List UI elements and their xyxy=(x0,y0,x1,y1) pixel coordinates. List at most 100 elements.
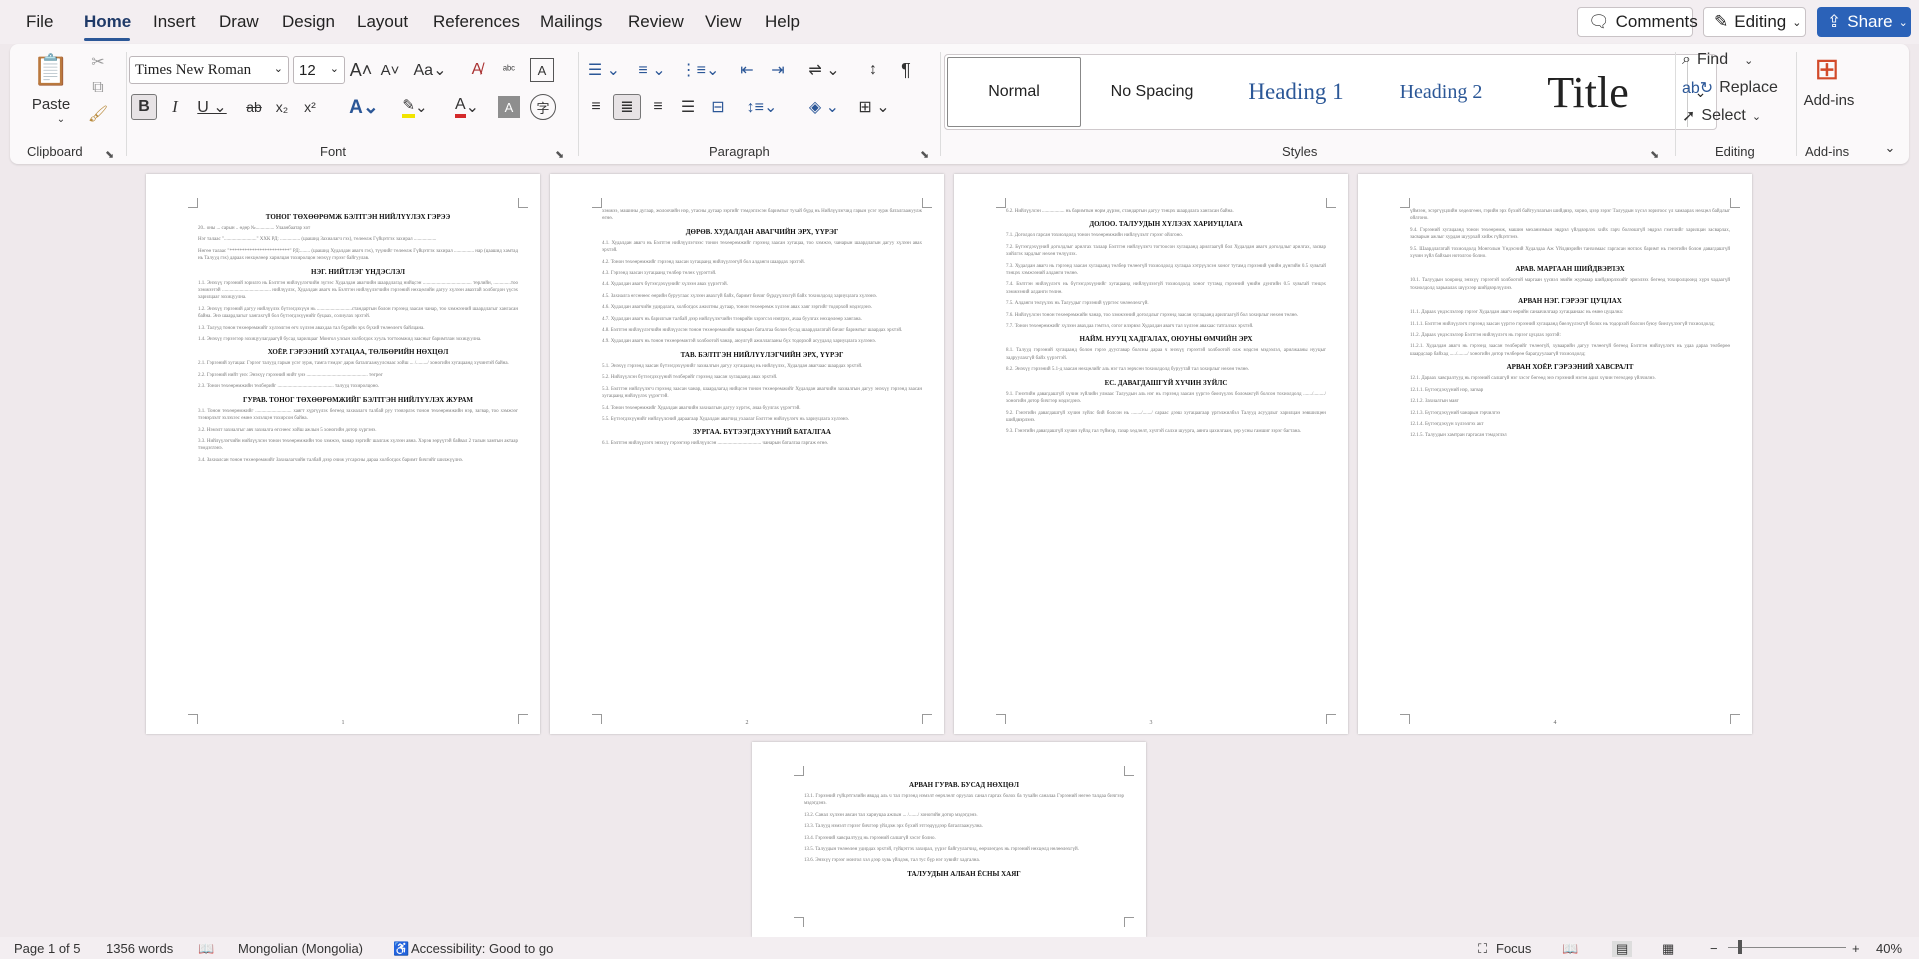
accessibility-status[interactable]: Accessibility: Good to go xyxy=(411,941,553,956)
accessibility-icon[interactable]: ♿ xyxy=(393,941,409,957)
paragraph[interactable]: 13.5. Талуудын төлөөлөн удирдах эрхтэй, … xyxy=(804,846,1124,853)
underline-button[interactable]: U ⌄ xyxy=(193,94,231,120)
character-shading-icon[interactable]: A xyxy=(498,96,520,118)
paragraph[interactable]: 1.1. Энэхүү гэрээний зорилго нь Бэлтгэн … xyxy=(198,280,518,302)
paragraph[interactable]: 2.1. Гэрээний хугацаа: Гэрээг талууд гар… xyxy=(198,360,518,367)
paragraph[interactable]: 7.4. Бэлтгэн нийлүүлэгч нь бүтээгдэхүүни… xyxy=(1006,281,1326,296)
paragraph[interactable]: 13.2. Санал хүлээн авсан тал хариуцаа аж… xyxy=(804,812,1124,819)
font-color-icon[interactable]: A ⌄ xyxy=(448,94,486,120)
paragraph[interactable]: 13.6. Энэхүү гэрээг монгол хэл дээр хувь… xyxy=(804,857,1124,864)
paragraph[interactable]: 2.3. Тонон төхөөрөмжийн төлбөрийг ......… xyxy=(198,383,518,390)
section-heading[interactable]: ТАВ. БЭЛТГЭН НИЙЛҮҮЛЭГЧИЙН ЭРХ, ҮҮРЭГ xyxy=(602,351,922,359)
paragraph[interactable]: 7.3. Худалдан авагч нь гэрээнд заасан ху… xyxy=(1006,263,1326,278)
paragraph[interactable]: 7.6. Нийлүүлсэн тонон төхөөрөмжийн чанар… xyxy=(1006,312,1326,319)
decrease-indent-icon[interactable]: ⇤ xyxy=(735,58,759,82)
paragraph-launcher-icon[interactable]: ⬊ xyxy=(920,148,929,161)
font-launcher-icon[interactable]: ⬊ xyxy=(555,148,564,161)
tab-view[interactable]: View xyxy=(705,12,742,32)
page-count[interactable]: Page 1 of 5 xyxy=(14,941,81,956)
comments-button[interactable]: 🗨 Comments xyxy=(1577,7,1698,37)
show-formatting-marks-icon[interactable]: ¶ xyxy=(894,58,918,82)
paragraph[interactable]: 1.3. Талууд тонон төхөөрөмжийг хүлээлгэн… xyxy=(198,325,518,332)
page-content[interactable]: хэмжээ, машины дугаар, жолоочийн нэр, ут… xyxy=(602,208,922,720)
paragraph[interactable]: 5.3. Бэлтгэн нийлүүлэгч гэрээнд заасан ч… xyxy=(602,386,922,401)
highlight-color-icon[interactable]: ✎ ⌄ xyxy=(396,94,434,120)
distributed-icon[interactable]: ⊟ xyxy=(706,95,730,119)
tab-references[interactable]: References xyxy=(433,12,520,32)
section-heading[interactable]: ДОЛОО. ТАЛУУДЫН ХҮЛЭЭХ ХАРИУЦЛАГА xyxy=(1006,220,1326,228)
zoom-in-icon[interactable]: + xyxy=(1852,941,1860,956)
font-name-dropdown[interactable]: Times New Roman ⌄ xyxy=(129,56,289,84)
copy-icon[interactable]: ⧉ xyxy=(88,78,108,98)
clear-formatting-icon[interactable]: A̸ xyxy=(465,58,489,82)
text-effects-icon[interactable]: A⌄ xyxy=(345,94,383,120)
paragraph[interactable]: 12.1.5. Талуудын хамтран гаргасан тэмдэг… xyxy=(1410,432,1730,439)
enclose-characters-icon[interactable]: 字 xyxy=(530,94,556,120)
paragraph[interactable]: 11.1.1. Бэлтгэн нийлүүлэгч гэрээнд зааса… xyxy=(1410,321,1730,328)
increase-indent-icon[interactable]: ⇥ xyxy=(766,58,790,82)
multilevel-list-icon[interactable]: ⋮≡⌄ xyxy=(678,58,722,82)
numbering-icon[interactable]: ≡ ⌄ xyxy=(630,58,674,82)
paragraph[interactable]: 13.4. Гэрээний хавсралтууд нь гэрээний с… xyxy=(804,835,1124,842)
editing-mode-button[interactable]: ✎ Editing ⌄ xyxy=(1703,7,1806,37)
sort-icon[interactable]: ↕ xyxy=(860,58,886,82)
italic-button[interactable]: I xyxy=(163,94,187,120)
paragraph[interactable]: 4.8. Бэлтгэн нийлүүлэгчийн нийлүүлсэн то… xyxy=(602,327,922,334)
borders-icon[interactable]: ⊞ ⌄ xyxy=(852,95,896,119)
bold-button[interactable]: B xyxy=(131,94,157,120)
collapse-ribbon-icon[interactable]: ⌄ xyxy=(1880,138,1900,158)
paragraph[interactable]: 6.2. Нийлүүлсэн .................. нь ба… xyxy=(1006,208,1326,215)
section-heading[interactable]: ТАЛУУДЫН АЛБАН ЁСНЫ ХАЯГ xyxy=(804,870,1124,878)
paragraph[interactable]: 1.2. Энэхүү гэрээний дагуу нийлүүлэх бүт… xyxy=(198,306,518,321)
paragraph[interactable]: 5.1. Энэхүү гэрээнд заасан бүтээгдэхүүни… xyxy=(602,363,922,370)
section-heading[interactable]: АРВАН ХОЁР. ГЭРЭЭНИЙ ХАВСРАЛТ xyxy=(1410,363,1730,371)
grow-font-icon[interactable]: A˄ xyxy=(349,58,373,82)
proofing-icon[interactable]: 📖 xyxy=(198,941,214,957)
section-heading[interactable]: АРВАН НЭГ. ГЭРЭЭГ ЦУЦЛАХ xyxy=(1410,297,1730,305)
paragraph[interactable]: 8.1. Талууд гэрээний хугацаанд болон гэр… xyxy=(1006,347,1326,362)
font-size-dropdown[interactable]: 12 ⌄ xyxy=(293,56,345,84)
paragraph[interactable]: Нэг талаас ".........................." … xyxy=(198,236,518,243)
tab-help[interactable]: Help xyxy=(765,12,800,32)
add-ins-button[interactable]: Add-ins xyxy=(1794,90,1864,110)
web-layout-icon[interactable]: ▦ xyxy=(1662,941,1674,957)
tab-insert[interactable]: Insert xyxy=(153,12,196,32)
add-ins-icon[interactable]: ⊞ xyxy=(1808,50,1846,88)
style-heading-2[interactable]: Heading 2 xyxy=(1373,57,1509,127)
paragraph[interactable]: 12.1.3. Бүтээгдэхүүний чанарын гэрчилгээ xyxy=(1410,410,1730,417)
section-heading[interactable]: НАЙМ. НУУЦ ХАДГАЛАХ, ОЮУНЫ ӨМЧИЙН ЭРХ xyxy=(1006,335,1326,343)
strikethrough-button[interactable]: ab xyxy=(242,94,266,120)
document-page[interactable]: үймээн, эсэргүүцлийн хөдөлгөөн, гэрийн э… xyxy=(1358,174,1752,734)
paragraph[interactable]: 12.1. Дараах хавсралтууд нь гэрээний сал… xyxy=(1410,375,1730,382)
section-heading[interactable]: ТОНОГ ТӨХӨӨРӨМЖ БЭЛТГЭН НИЙЛҮҮЛЭХ ГЭРЭЭ xyxy=(198,213,518,221)
shading-icon[interactable]: ◈ ⌄ xyxy=(802,95,846,119)
style-heading-1[interactable]: Heading 1 xyxy=(1223,57,1369,127)
section-heading[interactable]: АРВАН ГУРАВ. БУСАД НӨХЦӨЛ xyxy=(804,781,1124,789)
style-title[interactable]: Title xyxy=(1513,57,1663,127)
zoom-level[interactable]: 40% xyxy=(1876,941,1902,956)
clipboard-launcher-icon[interactable]: ⬊ xyxy=(105,148,114,161)
page-content[interactable]: АРВАН ГУРАВ. БУСАД НӨХЦӨЛ 13.1. Гэрээний … xyxy=(804,776,1124,923)
section-heading[interactable]: ЗУРГАА. БҮТЭЭГДЭХҮҮНИЙ БАТАЛГАА xyxy=(602,428,922,436)
paragraph[interactable]: 5.4. Тонон төхөөрөмжийг Худалдан авагчий… xyxy=(602,405,922,412)
text-effects-abc-icon[interactable]: ᵃᵇᶜ xyxy=(497,58,521,82)
focus-mode-icon[interactable]: ⛶ xyxy=(1478,941,1487,957)
replace-button[interactable]: ab↻ Replace xyxy=(1682,76,1792,100)
character-border-icon[interactable]: A xyxy=(530,58,554,82)
bullets-icon[interactable]: ☰ ⌄ xyxy=(582,58,626,82)
paragraph[interactable]: 3.4. Захиалсан тонон төхөөрөмжийг Захиал… xyxy=(198,457,518,464)
paragraph[interactable]: Нөгөө талаас "************************" … xyxy=(198,248,518,263)
paragraph[interactable]: 7.5. Алданги төлүүлэх нь Талуудыг гэрээн… xyxy=(1006,300,1326,307)
paragraph[interactable]: 4.9. Худалдан авагч нь тонон төхөөрөмжтэ… xyxy=(602,338,922,345)
align-right-icon[interactable]: ≡ xyxy=(646,95,670,119)
zoom-slider-thumb[interactable] xyxy=(1738,940,1742,954)
paragraph[interactable]: 9.2. Гэнэтийн давагдашгүй хүчин зүйлс би… xyxy=(1006,410,1326,425)
paragraph[interactable]: 4.5. Захиалга өгсөнөөс өөрийн буруугаас … xyxy=(602,293,922,300)
paste-icon[interactable]: 📋 xyxy=(32,50,70,90)
paragraph[interactable]: 4.2. Тонон төхөөрөмжийг гэрээнд заасан х… xyxy=(602,259,922,266)
paragraph[interactable]: 5.2. Нийлүүлсэн бүтээгдэхүүний төлбөрийг… xyxy=(602,374,922,381)
paragraph[interactable]: 9.1. Гэнэтийн давагдашгүй хүчин зүйлийн … xyxy=(1006,391,1326,406)
paragraph[interactable]: 4.1. Худалдан авагч нь Бэлтгэн нийлүүлэг… xyxy=(602,240,922,255)
paragraph[interactable]: 7.2. Бүтээгдэхүүний доголдлыг арилгах та… xyxy=(1006,244,1326,259)
print-layout-icon[interactable]: ▤ xyxy=(1612,941,1633,957)
